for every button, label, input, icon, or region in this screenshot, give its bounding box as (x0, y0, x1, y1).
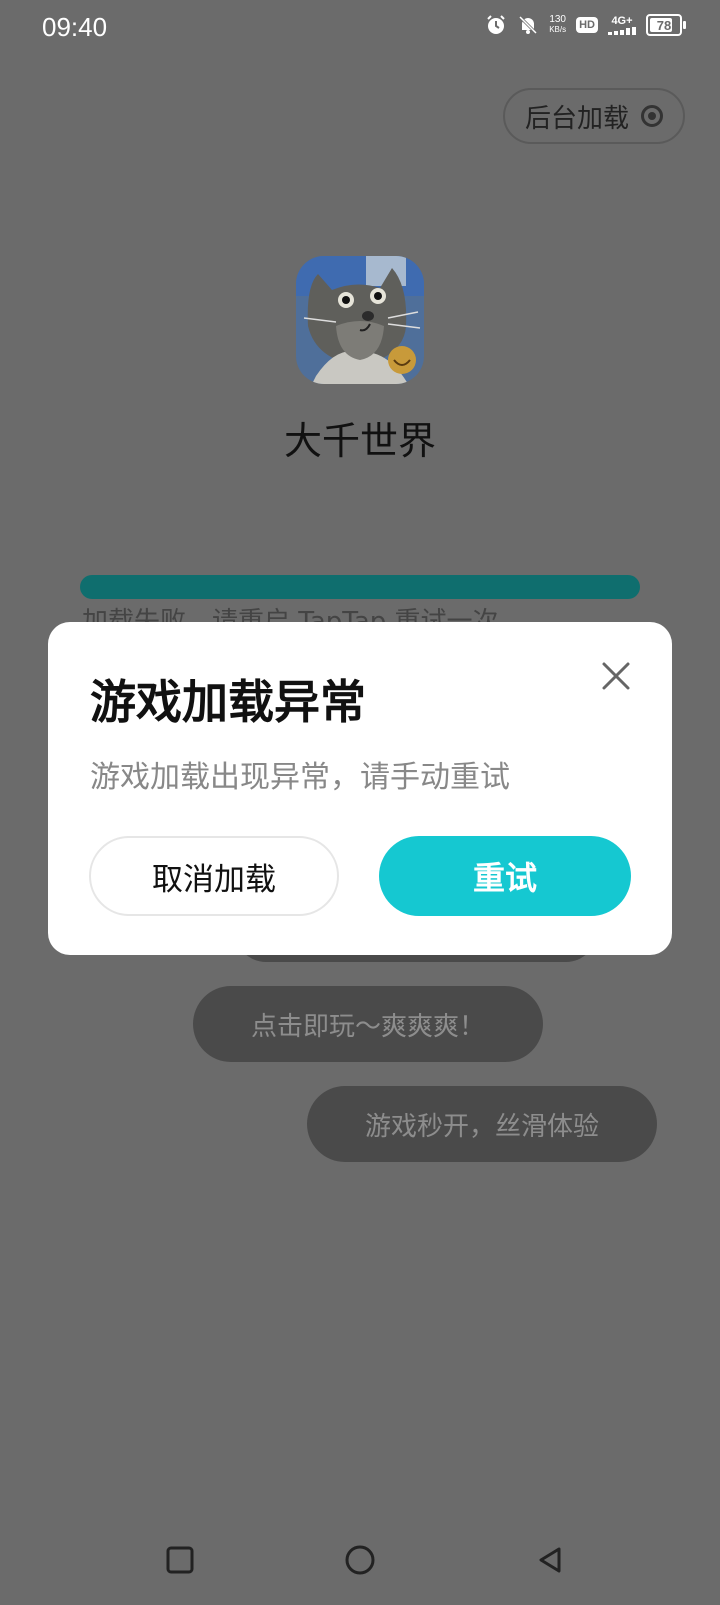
close-button[interactable] (596, 656, 636, 696)
background-load-button[interactable]: 后台加载 (503, 88, 685, 144)
battery-percent: 78 (656, 17, 672, 33)
system-nav-bar (0, 1520, 720, 1605)
target-icon (641, 105, 663, 127)
retry-button[interactable]: 重试 (379, 836, 631, 916)
home-button[interactable] (340, 1540, 380, 1580)
dialog-message: 游戏加载出现异常，请手动重试 (90, 760, 510, 795)
promo-bubble: 游戏秒开，丝滑体验 (307, 1086, 657, 1162)
cancel-load-button[interactable]: 取消加载 (89, 836, 339, 916)
signal-icon: 4G+ (608, 15, 636, 35)
background-load-label: 后台加载 (524, 103, 629, 134)
app-icon (296, 256, 424, 384)
app-name: 大千世界 (283, 419, 436, 463)
circle-icon (345, 1545, 375, 1575)
bell-muted-icon (517, 14, 539, 36)
net-speed-value: 130 (549, 14, 566, 25)
loading-progress-bar (80, 575, 640, 599)
alarm-icon (485, 14, 507, 36)
back-button[interactable] (530, 1540, 570, 1580)
square-icon (166, 1546, 194, 1574)
promo-bubble: 点击即玩～爽爽爽！ (193, 986, 543, 1062)
signal-label: 4G+ (611, 15, 633, 27)
load-error-dialog: 游戏加载异常 游戏加载出现异常，请手动重试 取消加载 重试 (48, 622, 672, 955)
recent-apps-button[interactable] (160, 1540, 200, 1580)
battery-icon: 78 (646, 14, 686, 36)
dialog-title: 游戏加载异常 (90, 675, 366, 729)
status-time: 09:40 (42, 12, 108, 42)
triangle-back-icon (539, 1547, 561, 1573)
net-speed-unit: KB/s (549, 25, 567, 34)
status-icons: 130 KB/s HD 4G+ 78 (485, 14, 686, 36)
net-speed: 130 KB/s (549, 15, 566, 35)
hd-badge: HD (576, 17, 598, 33)
status-bar: 09:40 130 KB/s HD 4G+ 78 (0, 0, 720, 58)
close-icon (602, 662, 630, 690)
